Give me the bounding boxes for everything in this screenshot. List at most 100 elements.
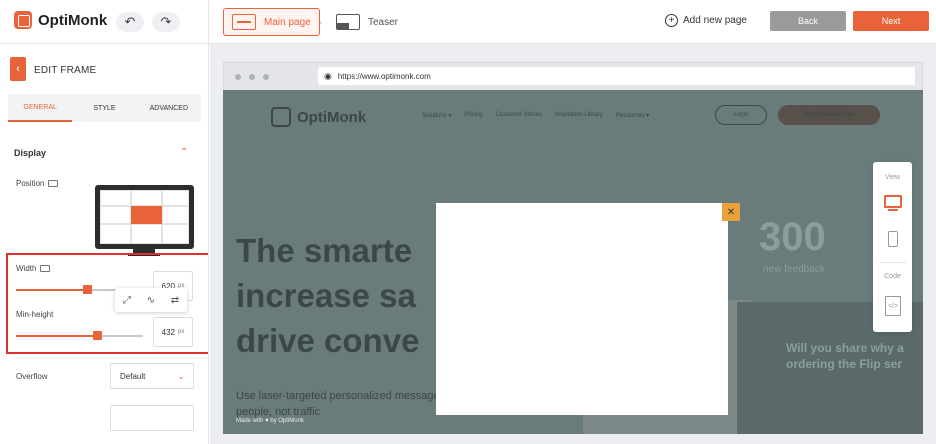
overflow-select[interactable]: Default ⌄ (110, 363, 194, 389)
view-panel: View Code </> (873, 162, 912, 332)
min-height-value: 432 (161, 327, 175, 337)
sidebar-back-button[interactable]: ‹ (10, 57, 26, 81)
feedback-line: ordering the Flip ser (786, 357, 903, 371)
redo-icon: ↷ (160, 14, 172, 29)
browser-chrome: ◉ https://www.optimonk.com (223, 62, 923, 90)
add-new-page-button[interactable]: + Add new page (665, 14, 747, 27)
hero-line: The smarte (236, 232, 413, 269)
feedback-line: Will you share why a (786, 341, 904, 355)
site-logo: OptiMonk (271, 107, 366, 127)
stat-label: new feedback (763, 264, 825, 275)
divider (879, 262, 906, 263)
popup-close-button[interactable]: ✕ (722, 203, 740, 221)
chevron-left-icon: ‹ (16, 63, 20, 75)
pulse-icon[interactable]: ∿ (147, 295, 155, 306)
popup-frame[interactable] (436, 203, 728, 415)
divider (208, 0, 209, 44)
site-nav-item: Solutions ▾ (422, 113, 452, 119)
site-preview: OptiMonk Solutions ▾ Pricing Customer St… (223, 90, 923, 434)
chevron-right-icon: › (319, 17, 322, 27)
position-cell[interactable] (162, 190, 189, 206)
undo-button[interactable]: ↶ (116, 12, 144, 32)
overflow-label: Overflow (16, 372, 48, 381)
optimonk-logo-icon (14, 11, 32, 29)
sidebar-tabs: GENERAL STYLE ADVANCED (8, 94, 201, 122)
min-height-slider-fill (16, 335, 98, 337)
mobile-view-icon[interactable] (888, 231, 898, 247)
position-picker (95, 185, 194, 249)
site-nav-item: Inspiration Library (555, 112, 603, 118)
url-text: https://www.optimonk.com (337, 71, 431, 81)
next-button[interactable]: Next (853, 11, 929, 31)
position-cell[interactable] (100, 224, 131, 244)
tab-advanced[interactable]: ADVANCED (137, 94, 201, 122)
swap-icon[interactable]: ⇄ (171, 295, 179, 306)
next-select[interactable] (110, 405, 194, 431)
feedback-question: Will you share why a ordering the Flip s… (786, 340, 904, 372)
url-bar: ◉ https://www.optimonk.com (318, 67, 915, 85)
floating-toolbar: ⤢ ∿ ⇄ (115, 288, 187, 312)
min-height-label: Min-height (16, 310, 54, 319)
width-slider-handle[interactable] (82, 285, 92, 294)
edit-frame-sidebar: ‹ EDIT FRAME GENERAL STYLE ADVANCED Disp… (0, 44, 209, 444)
editor-canvas: ◉ https://www.optimonk.com OptiMonk Solu… (210, 44, 936, 444)
window-dot (249, 74, 255, 80)
position-label: Position (16, 179, 59, 188)
position-label-text: Position (16, 179, 45, 188)
overflow-value: Default (120, 371, 146, 381)
window-dot (263, 74, 269, 80)
window-dot (235, 74, 241, 80)
hero-line: increase sa (236, 277, 416, 314)
add-page-label: Add new page (683, 15, 747, 26)
view-label: View (884, 174, 901, 181)
back-button[interactable]: Back (770, 11, 846, 31)
desktop-icon (40, 265, 51, 272)
chevron-up-icon[interactable]: ⌃ (180, 147, 188, 158)
close-icon: ✕ (726, 206, 736, 218)
expand-icon[interactable]: ⤢ (123, 295, 131, 306)
desktop-view-icon[interactable] (884, 195, 902, 208)
site-nav-item: Resources ▾ (615, 113, 650, 119)
position-cell[interactable] (131, 224, 162, 244)
chevron-down-icon: ⌄ (177, 371, 185, 381)
site-cta-button: Get OptiMonk Free (778, 105, 880, 125)
page-tab-main[interactable]: Main page (223, 8, 320, 36)
top-bar: OptiMonk ↶ ↷ Main page › Teaser + Add ne… (0, 0, 936, 44)
page-tab-teaser[interactable]: Teaser (336, 8, 398, 36)
position-cell[interactable] (131, 190, 162, 206)
eye-icon: ◉ (324, 70, 332, 81)
site-nav: Solutions ▾ Pricing Customer Stories Ins… (422, 112, 649, 119)
tab-style[interactable]: STYLE (72, 94, 136, 122)
section-title-display: Display (14, 148, 47, 158)
page-tab-label: Teaser (368, 16, 399, 28)
site-login-button: Login (715, 105, 767, 125)
min-height-slider-handle[interactable] (92, 331, 102, 340)
desktop-icon (48, 180, 59, 187)
tab-general[interactable]: GENERAL (8, 94, 73, 122)
undo-icon: ↶ (124, 14, 136, 29)
hero-line: drive conve (236, 322, 420, 359)
site-nav-item: Pricing (464, 112, 483, 118)
redo-button[interactable]: ↷ (152, 12, 180, 32)
site-logo-text: OptiMonk (297, 108, 367, 126)
code-label: Code (884, 273, 901, 280)
code-icon[interactable]: </> (885, 296, 901, 316)
min-height-input[interactable]: 432 px (153, 317, 193, 347)
min-height-slider-track[interactable] (16, 335, 143, 337)
width-label-text: Width (16, 264, 37, 273)
made-with-badge: Made with ♥ by OptiMonk (236, 418, 304, 424)
stat-number: 300 (759, 215, 826, 259)
position-cell[interactable] (162, 224, 189, 244)
position-cell[interactable] (162, 206, 189, 224)
app-logo: OptiMonk (14, 11, 107, 29)
position-cell[interactable] (131, 206, 162, 224)
sidebar-title: EDIT FRAME (34, 65, 97, 76)
position-cell[interactable] (100, 206, 131, 224)
main-page-thumbnail-icon (232, 14, 256, 30)
site-logo-icon (271, 107, 291, 127)
desktop-view-stand (888, 209, 898, 211)
site-hero-headline: The smarte increase sa drive conve (236, 228, 419, 363)
site-nav-item: Customer Stories (495, 112, 543, 118)
teaser-thumbnail-icon (336, 14, 360, 30)
position-cell[interactable] (100, 190, 131, 206)
